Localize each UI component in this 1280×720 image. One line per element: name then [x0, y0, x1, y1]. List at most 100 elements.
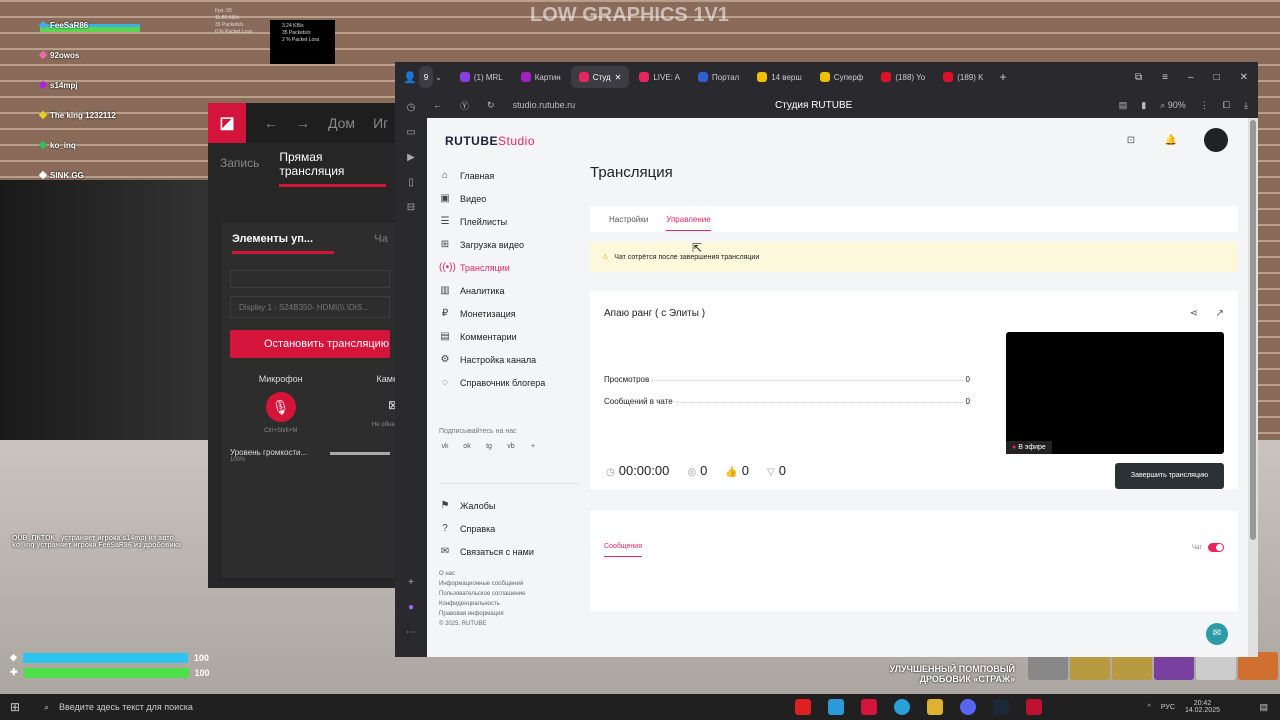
- microphone-button[interactable]: 🎙: [265, 392, 296, 422]
- adobe-icon[interactable]: [1026, 699, 1042, 715]
- sidebar-item[interactable]: ((•)) Трансляции: [439, 256, 579, 279]
- more-icon[interactable]: ⋯: [406, 627, 416, 638]
- sidebar-item[interactable]: ₽ Монетизация: [439, 302, 579, 325]
- display-select[interactable]: Display 1 - S24B350- HDMI(\\.\DIS...: [230, 296, 390, 318]
- url-field[interactable]: studio.rutube.ru: [513, 100, 576, 110]
- footer-link[interactable]: О нас: [439, 569, 579, 579]
- back-icon[interactable]: ←: [433, 100, 442, 110]
- sidebar-item[interactable]: ◌ Справочник блогера: [439, 371, 579, 394]
- close-button[interactable]: ✕: [1240, 72, 1248, 83]
- browser-tab[interactable]: (189) K: [935, 66, 991, 88]
- tab-controls[interactable]: Элементы уп...: [232, 233, 335, 254]
- amd-icon[interactable]: [861, 699, 877, 715]
- bookmark-icon[interactable]: ▮: [1141, 100, 1146, 111]
- profile-icon[interactable]: 👤: [403, 71, 417, 84]
- add-icon[interactable]: +: [408, 577, 414, 588]
- browser-tab[interactable]: (188) Yo: [873, 66, 933, 88]
- alice-icon[interactable]: ●: [408, 602, 414, 613]
- tab-counter[interactable]: 9: [418, 66, 434, 88]
- tab-manage[interactable]: Управление: [666, 207, 711, 231]
- zoom-level[interactable]: ⌕ 90%: [1160, 100, 1186, 111]
- nav-games[interactable]: Иг: [373, 115, 388, 131]
- taskbar-search[interactable]: ⌕ Введите здесь текст для поиска: [44, 702, 264, 713]
- footer-link[interactable]: © 2025, RUTUBE: [439, 619, 579, 629]
- footer-link[interactable]: Правовая информация: [439, 609, 579, 619]
- sidebar-item[interactable]: ⚑ Жалобы: [439, 494, 579, 517]
- social-vk-icon[interactable]: vk: [439, 443, 451, 455]
- bookmarks-icon[interactable]: ▯: [408, 177, 414, 188]
- back-button[interactable]: ←: [264, 115, 278, 131]
- notes-icon[interactable]: ▭: [406, 127, 415, 138]
- minimize-button[interactable]: –: [1188, 72, 1194, 83]
- footer-link[interactable]: Конфиденциальность: [439, 599, 579, 609]
- sidebar-item[interactable]: ▣ Видео: [439, 187, 579, 210]
- sidebar-item[interactable]: ? Справка: [439, 517, 579, 540]
- discord-icon[interactable]: [960, 699, 976, 715]
- menu-icon[interactable]: ≡: [1162, 72, 1168, 83]
- new-tab-button[interactable]: +: [999, 70, 1006, 84]
- tab-messages[interactable]: Сообщения: [604, 543, 642, 557]
- avatar[interactable]: [1204, 128, 1228, 152]
- social-ok-icon[interactable]: ok: [461, 443, 473, 455]
- chevron-up-icon[interactable]: ^: [1148, 704, 1151, 711]
- bell-icon[interactable]: 🔔: [1164, 133, 1178, 147]
- share-icon[interactable]: ⋖: [1190, 308, 1198, 319]
- stop-stream-button[interactable]: Остановить трансляцию: [230, 330, 390, 358]
- browser-tab[interactable]: Картин: [513, 66, 569, 88]
- tab-chat[interactable]: Ча: [374, 233, 388, 254]
- volume-slider[interactable]: [330, 452, 390, 455]
- sidebar-item[interactable]: ⌂ Главная: [439, 164, 579, 187]
- nav-home[interactable]: Дом: [328, 115, 355, 131]
- tab-settings[interactable]: Настройки: [609, 215, 648, 224]
- sidebar-item[interactable]: ▥ Аналитика: [439, 279, 579, 302]
- folder-icon[interactable]: [927, 699, 943, 715]
- social-vb-icon[interactable]: vb: [505, 443, 517, 455]
- collections-icon[interactable]: ⧠: [1223, 100, 1230, 111]
- extension-icon[interactable]: ▤: [1119, 100, 1128, 111]
- history-icon[interactable]: ◷: [407, 102, 416, 113]
- media-icon[interactable]: ⊟: [407, 202, 415, 213]
- stream-preview[interactable]: ● В эфире: [1006, 332, 1224, 454]
- social-tg-icon[interactable]: tg: [483, 443, 495, 455]
- yandex-icon[interactable]: Ⓨ: [460, 99, 469, 112]
- telegram-icon[interactable]: [894, 699, 910, 715]
- external-link-icon[interactable]: ↗: [1216, 308, 1224, 319]
- chat-toggle[interactable]: [1208, 543, 1224, 552]
- browser-tab[interactable]: (1) MRL: [452, 66, 511, 88]
- app-icon[interactable]: [828, 699, 844, 715]
- footer-link[interactable]: Информационные сообщения: [439, 579, 579, 589]
- chevron-down-icon[interactable]: ⌄: [435, 73, 442, 82]
- language[interactable]: РУС: [1161, 704, 1175, 711]
- browser-tab[interactable]: LIVE: A: [631, 66, 688, 88]
- reload-icon[interactable]: ↻: [487, 100, 495, 111]
- download-icon[interactable]: ⤓: [1244, 100, 1248, 111]
- maximize-button[interactable]: □: [1214, 72, 1220, 83]
- clock[interactable]: 20:42 14.02.2025: [1185, 700, 1220, 714]
- browser-tab[interactable]: Портал: [690, 66, 747, 88]
- steam-icon[interactable]: [993, 699, 1009, 715]
- sidebar-item[interactable]: ✉ Связаться с нами: [439, 540, 579, 563]
- more-icon[interactable]: ⋮: [1200, 100, 1209, 111]
- social-+-icon[interactable]: +: [527, 443, 539, 455]
- quality-select[interactable]: [230, 270, 390, 288]
- camera-off-icon[interactable]: ⊠: [339, 398, 398, 412]
- tab-manager-icon[interactable]: ⧉: [1135, 72, 1142, 83]
- sidebar-item[interactable]: ▤ Комментарии: [439, 325, 579, 348]
- end-stream-button[interactable]: Завершить трансляцию: [1115, 463, 1224, 489]
- start-icon[interactable]: ⊞: [10, 700, 20, 714]
- scrollbar[interactable]: [1248, 118, 1258, 657]
- video-icon[interactable]: ▶: [407, 152, 415, 163]
- sidebar-item[interactable]: ⚙ Настройка канала: [439, 348, 579, 371]
- browser-tab[interactable]: Студ ✕: [570, 66, 630, 88]
- notifications-icon[interactable]: ▤: [1259, 702, 1268, 713]
- sidebar-item[interactable]: ⊞ Загрузка видео: [439, 233, 579, 256]
- rutube-logo[interactable]: RUTUBEStudio: [445, 134, 535, 148]
- tab-live[interactable]: Прямая трансляция: [279, 140, 386, 187]
- yandex-browser-icon[interactable]: [795, 699, 811, 715]
- support-chat-button[interactable]: ✉: [1206, 623, 1228, 645]
- browser-tab[interactable]: Суперф: [812, 66, 872, 88]
- footer-link[interactable]: Пользовательское соглашение: [439, 589, 579, 599]
- forward-button[interactable]: →: [296, 115, 310, 131]
- sidebar-item[interactable]: ☰ Плейлисты: [439, 210, 579, 233]
- tab-record[interactable]: Запись: [220, 156, 259, 170]
